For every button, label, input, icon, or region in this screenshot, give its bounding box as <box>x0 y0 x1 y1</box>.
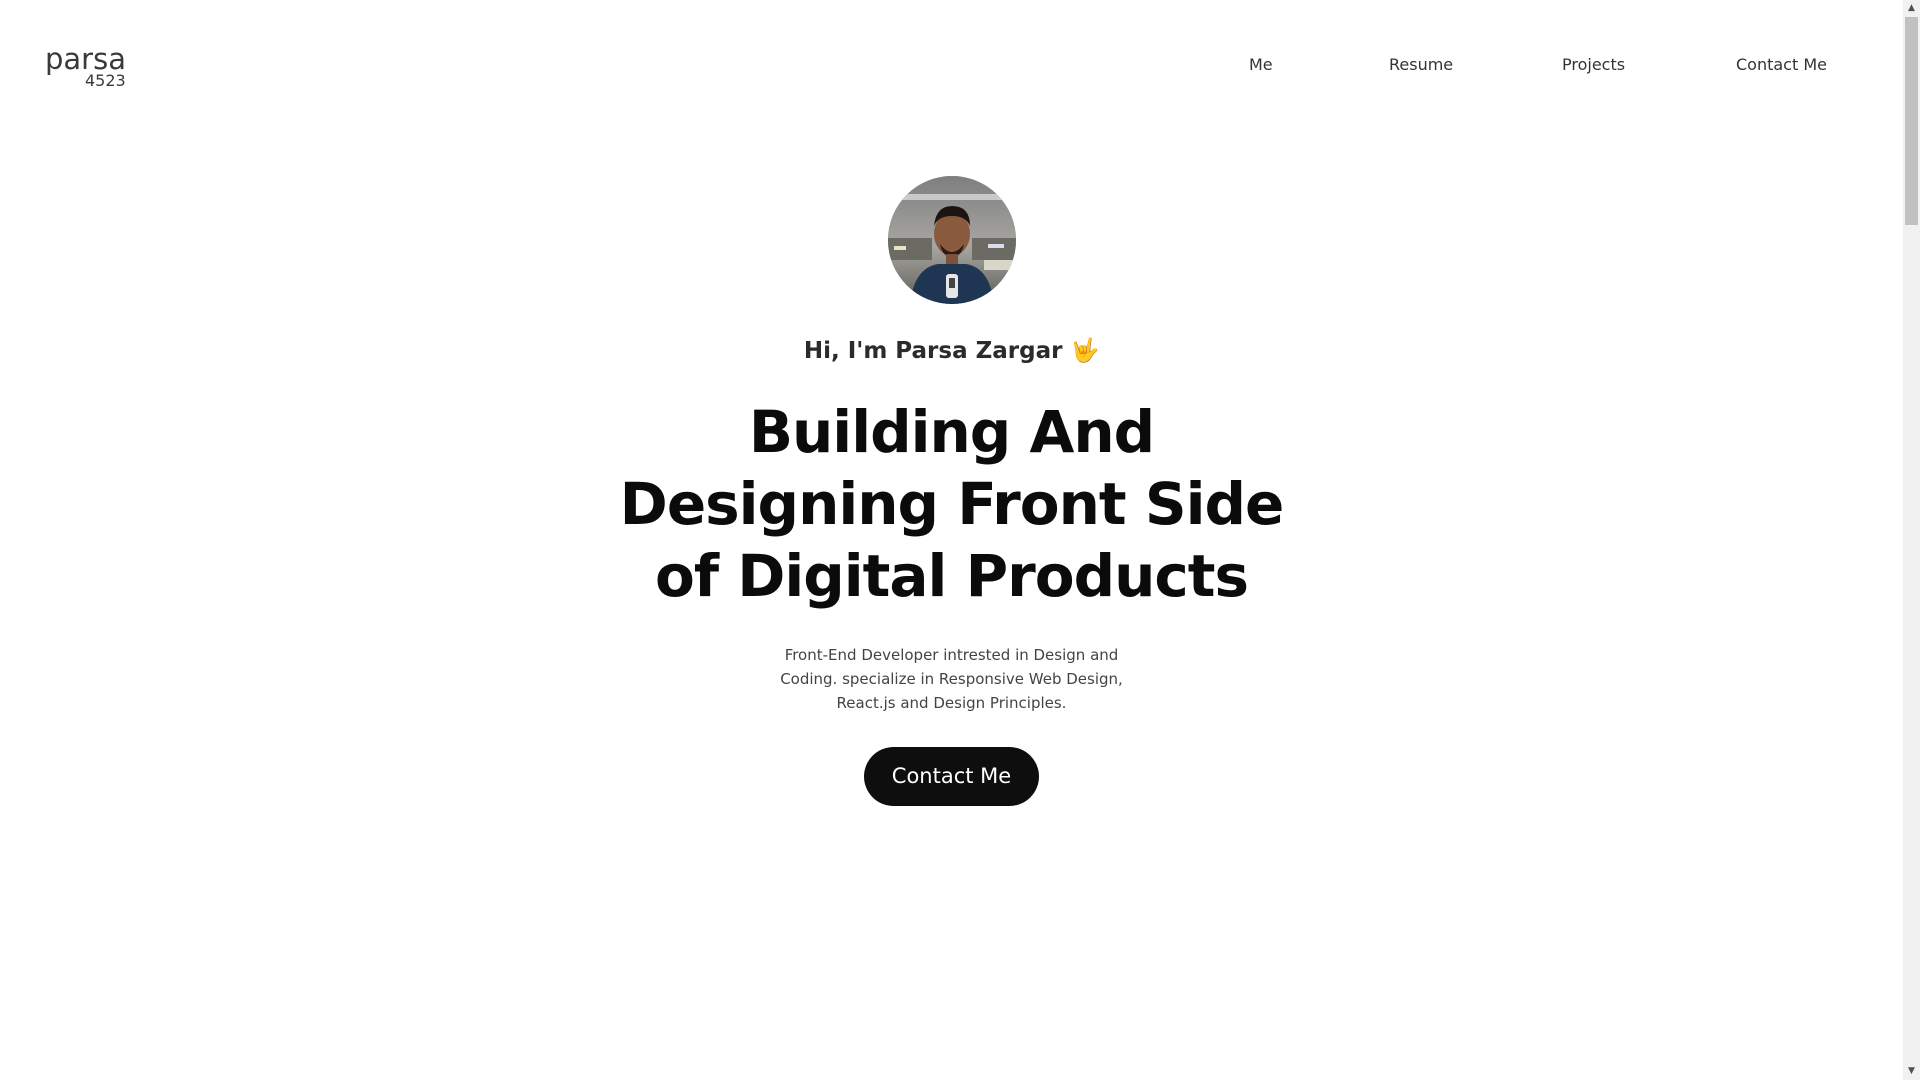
nav-item-resume[interactable]: Resume <box>1389 53 1453 77</box>
page-title: Building And Designing Front Side of Dig… <box>0 396 1903 612</box>
page: parsa 4523 Me Resume Projects Contact Me <box>0 0 1920 1080</box>
nav-item-projects[interactable]: Projects <box>1562 53 1625 77</box>
nav-item-contact-me[interactable]: Contact Me <box>1736 53 1827 77</box>
profile-avatar <box>888 176 1016 304</box>
intro-text: Front-End Developer intrested in Design … <box>0 643 1903 715</box>
greeting: Hi, I'm Parsa Zargar 🤟 <box>803 338 1100 364</box>
vertical-scrollbar[interactable]: ▲ ▼ <box>1903 0 1920 1080</box>
headline-line: Designing Front Side <box>619 470 1285 538</box>
headline-line: Building And <box>748 398 1155 466</box>
scroll-down-icon[interactable]: ▼ <box>1903 1063 1920 1080</box>
headline-line: of Digital Products <box>654 542 1249 610</box>
top-nav: Me Resume Projects Contact Me <box>0 53 1903 77</box>
profile-photo-icon <box>888 176 1016 304</box>
intro-line: Front-End Developer intrested in Design … <box>784 646 1119 664</box>
intro-line: Coding. specialize in Responsive Web Des… <box>780 670 1123 688</box>
scroll-up-icon[interactable]: ▲ <box>1903 0 1920 17</box>
contact-me-button[interactable]: Contact Me <box>864 747 1039 806</box>
intro-line: React.js and Design Principles. <box>836 694 1067 712</box>
main-content: parsa 4523 Me Resume Projects Contact Me <box>0 0 1903 1080</box>
nav-item-me[interactable]: Me <box>1249 53 1273 77</box>
scroll-thumb[interactable] <box>1905 17 1918 225</box>
